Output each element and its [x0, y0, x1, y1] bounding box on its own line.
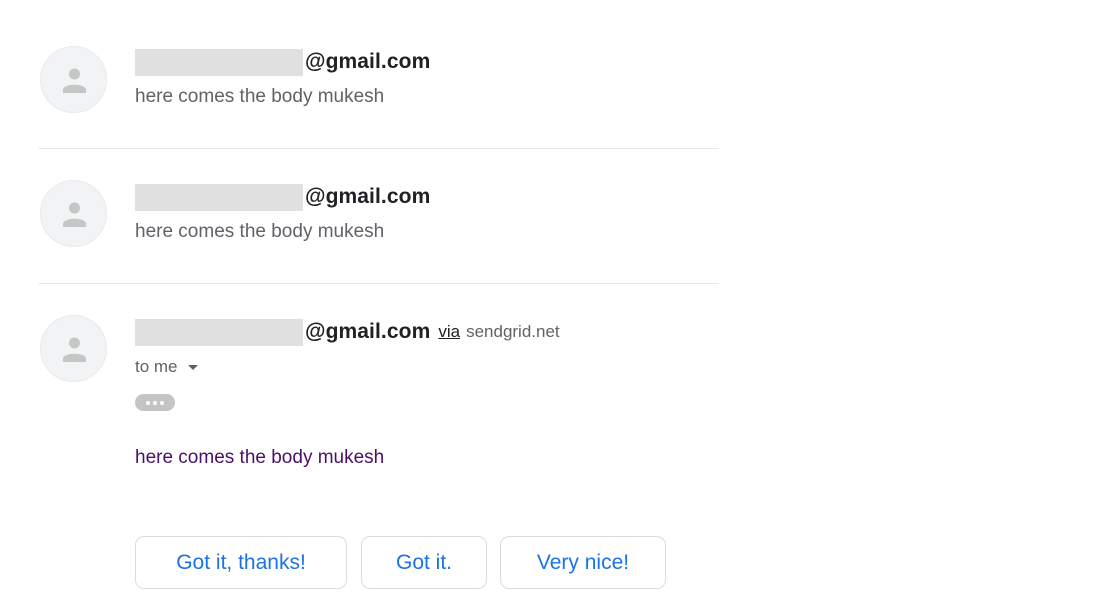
smart-reply-very-nice[interactable]: Very nice!	[500, 536, 666, 589]
via-domain: sendgrid.net	[466, 322, 560, 341]
email-thread: @gmail.com here comes the body mukesh @g…	[0, 0, 1100, 616]
person-icon	[63, 68, 86, 93]
via-link[interactable]: via	[438, 322, 460, 342]
sender-email-domain: @gmail.com	[305, 50, 431, 73]
sender-line: @gmail.com	[135, 183, 430, 211]
sender-line: @gmail.com via sendgrid.net	[135, 318, 560, 346]
smart-reply-got-it-thanks[interactable]: Got it, thanks!	[135, 536, 347, 589]
sender-avatar	[40, 46, 107, 113]
message-snippet: here comes the body mukesh	[135, 86, 385, 107]
sender-avatar	[40, 180, 107, 247]
message-body: here comes the body mukesh	[135, 447, 385, 468]
recipient-label: to me	[135, 357, 178, 376]
collapsed-message[interactable]: @gmail.com here comes the body mukesh	[0, 0, 720, 148]
sender-avatar	[40, 315, 107, 382]
sender-email-domain: @gmail.com	[305, 185, 431, 208]
caret-down-icon[interactable]	[187, 365, 198, 370]
show-trimmed-content-button[interactable]	[135, 394, 175, 411]
redacted-sender-name	[135, 318, 303, 346]
collapsed-message[interactable]: @gmail.com here comes the body mukesh	[0, 149, 720, 283]
message-snippet: here comes the body mukesh	[135, 221, 385, 242]
person-icon	[63, 202, 86, 227]
redacted-sender-name	[135, 183, 303, 211]
person-icon	[63, 337, 86, 362]
ellipsis-icon	[146, 400, 150, 405]
recipient-details-toggle[interactable]: to me	[135, 357, 198, 377]
sender-email-domain: @gmail.com	[305, 320, 431, 343]
sender-line: @gmail.com	[135, 48, 430, 76]
message-divider	[38, 283, 719, 284]
redacted-sender-name	[135, 48, 303, 76]
smart-reply-got-it[interactable]: Got it.	[361, 536, 487, 589]
